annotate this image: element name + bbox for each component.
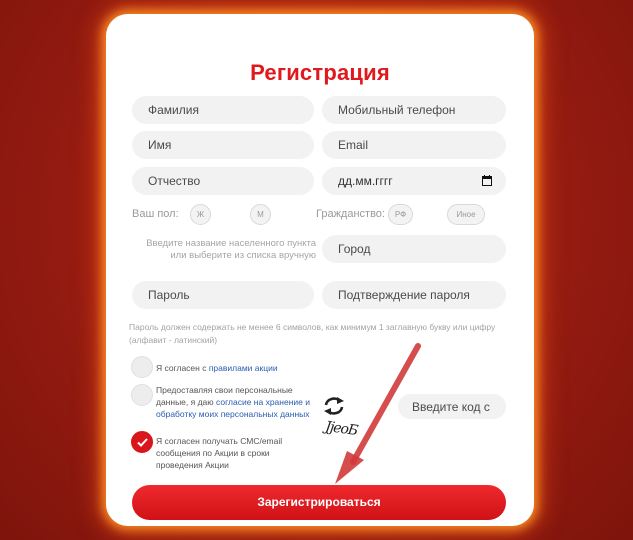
city-hint: Введите название населенного пункта или … bbox=[146, 238, 316, 261]
agree-rules-text: Я согласен с правилами акции bbox=[156, 362, 316, 374]
agree-sms-checkbox[interactable] bbox=[131, 431, 153, 453]
password-field[interactable] bbox=[132, 281, 314, 309]
name-field[interactable] bbox=[132, 131, 314, 159]
refresh-icon[interactable] bbox=[322, 396, 346, 416]
agree-data-checkbox[interactable] bbox=[131, 384, 153, 406]
birthdate-field[interactable]: дд.мм.гггг bbox=[322, 167, 506, 195]
gender-option-female[interactable]: Ж bbox=[190, 204, 211, 225]
gender-label: Ваш пол: bbox=[132, 208, 179, 220]
gender-option-male[interactable]: М bbox=[250, 204, 271, 225]
calendar-icon[interactable] bbox=[482, 175, 492, 186]
password-note: Пароль должен содержать не менее 6 симво… bbox=[129, 322, 496, 345]
birthdate-placeholder: дд.мм.гггг bbox=[338, 174, 393, 188]
patronymic-field[interactable] bbox=[132, 167, 314, 195]
password-confirm-field[interactable] bbox=[322, 281, 506, 309]
agree-data-text: Предоставляя свои персональные данные, я… bbox=[156, 384, 316, 420]
surname-field[interactable] bbox=[132, 96, 314, 124]
agree-rules-checkbox[interactable] bbox=[131, 356, 153, 378]
page-title: Регистрация bbox=[250, 60, 390, 85]
captcha-input[interactable] bbox=[398, 394, 506, 419]
citizenship-label: Гражданство: bbox=[316, 208, 385, 220]
agree-sms-text: Я согласен получать СМС/email сообщения … bbox=[156, 436, 283, 470]
citizenship-option-rf[interactable]: РФ bbox=[388, 204, 413, 225]
email-field[interactable] bbox=[322, 131, 506, 159]
citizenship-option-other[interactable]: Иное bbox=[447, 204, 485, 225]
rules-link[interactable]: правилами акции bbox=[209, 363, 278, 373]
phone-field[interactable] bbox=[322, 96, 506, 124]
agree-rules-prefix: Я согласен с bbox=[156, 363, 209, 373]
register-button[interactable]: Зарегистрироваться bbox=[132, 485, 506, 520]
city-field[interactable] bbox=[322, 235, 506, 263]
checkmark-icon bbox=[137, 438, 148, 447]
